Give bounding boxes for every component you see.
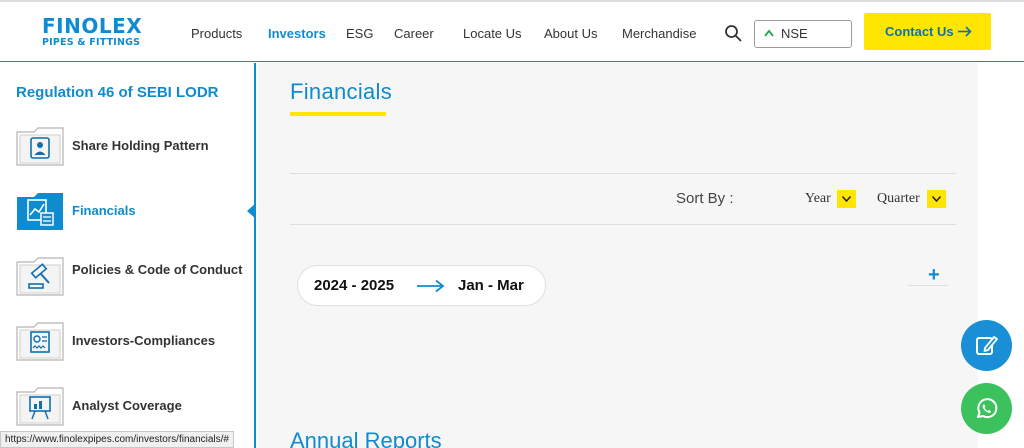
nav-about-us[interactable]: About Us (544, 26, 597, 41)
id-card-icon (16, 127, 64, 166)
sidebar-title: Regulation 46 of SEBI LODR (16, 84, 219, 101)
certificate-icon (16, 322, 64, 361)
sidebar: Regulation 46 of SEBI LODR Share Holding… (0, 63, 256, 448)
sidebar-item-share-holding-pattern[interactable]: Share Holding Pattern (16, 126, 246, 166)
presentation-icon (16, 387, 64, 426)
browser-status-url: https://www.finolexpipes.com/investors/f… (0, 431, 234, 448)
sidebar-item-label: Policies & Code of Conduct (72, 262, 243, 277)
sidebar-item-label: Financials (72, 203, 136, 218)
sidebar-item-policies[interactable]: Policies & Code of Conduct (16, 256, 246, 296)
sidebar-item-financials[interactable]: Financials (16, 191, 246, 231)
finolex-logo[interactable]: FINOLEX PIPES & FITTINGS (42, 16, 142, 48)
stock-exchange: NSE (781, 26, 808, 41)
period-accordion-header[interactable]: 2024 - 2025 Jan - Mar (297, 265, 546, 306)
period-year: 2024 - 2025 (314, 277, 395, 294)
arrow-right-icon (417, 279, 445, 293)
year-select-label[interactable]: Year (805, 191, 831, 207)
sidebar-item-label: Analyst Coverage (72, 398, 182, 413)
site-header: FINOLEX PIPES & FITTINGS Products Invest… (0, 0, 1024, 62)
year-select-button[interactable] (837, 190, 856, 208)
main-content: Financials Sort By : Year Quarter 2024 -… (258, 63, 978, 448)
nav-esg[interactable]: ESG (346, 26, 373, 41)
financial-chart-icon (17, 193, 63, 230)
edit-fab-button[interactable] (961, 320, 1012, 371)
sidebar-item-analyst-coverage[interactable]: Analyst Coverage (16, 386, 246, 426)
chevron-down-icon (842, 196, 851, 202)
sidebar-item-label: Investors-Compliances (72, 333, 216, 348)
caret-up-icon (764, 29, 774, 37)
divider (290, 224, 956, 225)
sort-by-label: Sort By : (676, 190, 734, 207)
contact-us-label: Contact Us (885, 24, 954, 39)
divider (908, 285, 948, 286)
divider (290, 173, 956, 174)
page-title: Financials (290, 79, 393, 104)
stock-ticker[interactable]: NSE (754, 20, 852, 48)
nav-career[interactable]: Career (394, 26, 434, 41)
nav-merchandise[interactable]: Merchandise (622, 26, 696, 41)
section-title-annual-reports: Annual Reports (290, 428, 442, 448)
period-quarter: Jan - Mar (458, 277, 524, 294)
active-item-pointer (247, 203, 256, 219)
gavel-icon (16, 257, 64, 296)
arrow-right-icon (958, 26, 972, 37)
nav-products[interactable]: Products (191, 26, 242, 41)
title-underline (290, 112, 386, 116)
chevron-down-icon (932, 196, 941, 202)
whatsapp-fab-button[interactable] (961, 383, 1012, 434)
quarter-select-label[interactable]: Quarter (877, 191, 920, 207)
search-icon[interactable] (724, 24, 742, 42)
edit-icon (976, 336, 998, 355)
expand-icon[interactable]: + (928, 264, 940, 287)
logo-wordmark: FINOLEX (42, 14, 143, 38)
sidebar-item-label: Share Holding Pattern (72, 138, 209, 153)
logo-tagline: PIPES & FITTINGS (42, 37, 141, 48)
sidebar-item-investors-compliances[interactable]: Investors-Compliances (16, 321, 246, 361)
whatsapp-icon (977, 398, 998, 419)
contact-us-button[interactable]: Contact Us (864, 13, 991, 50)
quarter-select-button[interactable] (927, 190, 946, 208)
nav-locate-us[interactable]: Locate Us (463, 26, 522, 41)
nav-investors[interactable]: Investors (268, 26, 326, 41)
